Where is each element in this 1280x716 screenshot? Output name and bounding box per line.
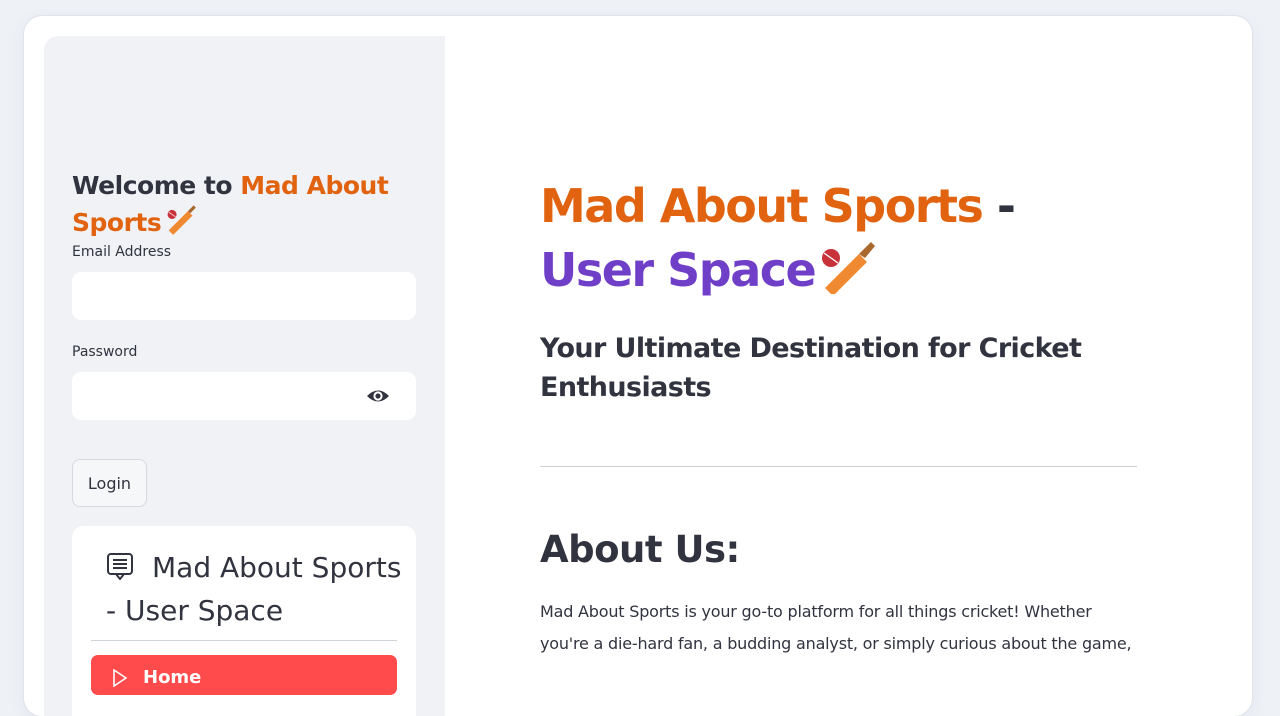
login-button[interactable]: Login	[72, 459, 147, 507]
sidebar-welcome-title: Welcome to Mad About Sports	[72, 168, 392, 240]
document-list-icon	[107, 553, 133, 580]
email-field[interactable]	[72, 272, 416, 320]
about-heading: About Us:	[540, 528, 740, 571]
app-window: Welcome to Mad About Sports Email Addres…	[24, 16, 1252, 716]
cricket-bat-ball-icon	[167, 205, 197, 235]
title-user-space: User Space	[540, 243, 817, 297]
password-label: Password	[72, 344, 138, 360]
home-icon	[113, 669, 127, 687]
nav-item-home-label: Home	[143, 667, 202, 688]
sidebar: Welcome to Mad About Sports Email Addres…	[44, 36, 445, 716]
email-label: Email Address	[72, 244, 172, 260]
welcome-prefix: Welcome to	[72, 171, 241, 200]
title-dash: -	[982, 179, 1016, 233]
nav-divider	[91, 640, 397, 641]
page-subtitle: Your Ultimate Destination for Cricket En…	[540, 333, 1082, 403]
about-paragraph: Mad About Sports is your go-to platform …	[540, 602, 1132, 653]
nav-menu-title: Mad About Sports - User Space	[106, 546, 406, 632]
title-brand: Mad About Sports	[540, 179, 984, 233]
page-title: Mad About Sports - User Space	[540, 174, 1140, 302]
section-divider	[540, 466, 1137, 467]
navigation-menu: Mad About Sports - User Space Home	[72, 526, 416, 716]
cricket-bat-ball-icon	[822, 242, 876, 294]
nav-item-home[interactable]: Home	[91, 655, 397, 695]
nav-menu-title-text: Mad About Sports - User Space	[106, 551, 402, 627]
password-field[interactable]	[72, 372, 416, 420]
eye-icon[interactable]	[366, 386, 390, 406]
